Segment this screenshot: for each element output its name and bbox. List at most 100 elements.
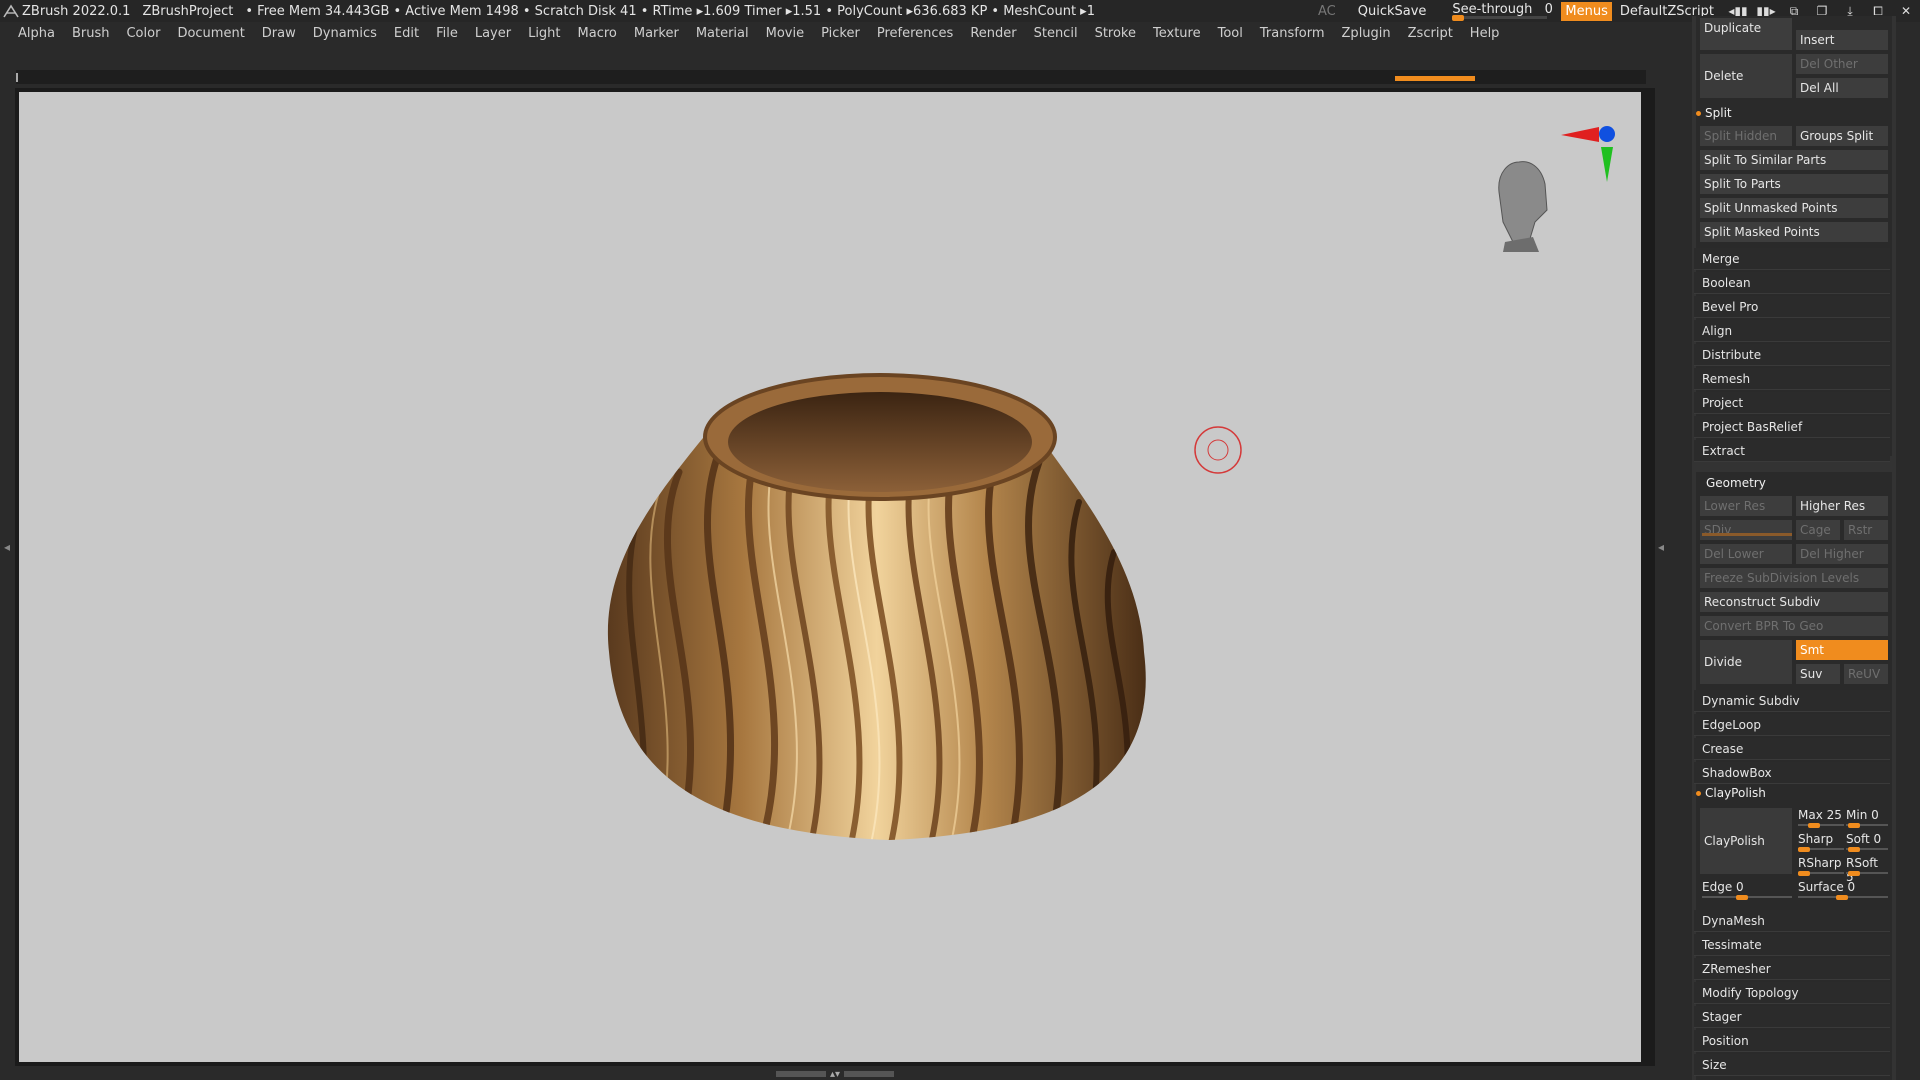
divide-button[interactable]: Divide: [1700, 640, 1792, 684]
zbrush-logo-icon[interactable]: [0, 0, 22, 22]
subpalette-shadowbox[interactable]: ShadowBox: [1694, 762, 1890, 784]
subpalette-position[interactable]: Position: [1694, 1030, 1890, 1052]
project-name: ZBrushProject: [142, 3, 234, 19]
menu-brush[interactable]: Brush: [72, 26, 110, 46]
split-unmasked-points-button[interactable]: Split Unmasked Points: [1700, 198, 1888, 218]
subpalette-size[interactable]: Size: [1694, 1054, 1890, 1076]
sharp-label: Sharp: [1798, 832, 1834, 846]
vase-model[interactable]: [19, 92, 1641, 1062]
subpalette-stager[interactable]: Stager: [1694, 1006, 1890, 1028]
surface-slider[interactable]: Surface 0: [1798, 880, 1888, 900]
menu-tool[interactable]: Tool: [1218, 26, 1243, 46]
split-section-header[interactable]: Split: [1696, 106, 1732, 120]
menu-transform[interactable]: Transform: [1260, 26, 1325, 46]
subpalette-crease[interactable]: Crease: [1694, 738, 1890, 760]
menu-picker[interactable]: Picker: [821, 26, 860, 46]
surface-label: Surface 0: [1798, 880, 1856, 894]
reconstruct-subdiv-button[interactable]: Reconstruct Subdiv: [1700, 592, 1888, 612]
menu-edit[interactable]: Edit: [394, 26, 419, 46]
quicksave-button[interactable]: QuickSave: [1358, 4, 1427, 19]
edge-slider[interactable]: Edge 0: [1702, 880, 1792, 900]
soft-slider[interactable]: Soft 0: [1846, 832, 1888, 852]
menu-texture[interactable]: Texture: [1153, 26, 1201, 46]
suv-toggle[interactable]: Suv: [1796, 664, 1840, 684]
menus-toggle-button[interactable]: Menus: [1561, 1, 1612, 21]
menu-light[interactable]: Light: [528, 26, 560, 46]
ac-label[interactable]: AC: [1318, 4, 1336, 19]
menu-draw[interactable]: Draw: [262, 26, 296, 46]
split-similar-parts-button[interactable]: Split To Similar Parts: [1700, 150, 1888, 170]
sdiv-slider[interactable]: SDiv: [1700, 520, 1792, 540]
claypolish-button[interactable]: ClayPolish: [1700, 808, 1792, 874]
right-tray-handle[interactable]: ◂: [1656, 480, 1670, 620]
split-to-parts-button[interactable]: Split To Parts: [1700, 174, 1888, 194]
menu-movie[interactable]: Movie: [766, 26, 804, 46]
menu-layer[interactable]: Layer: [475, 26, 511, 46]
smt-toggle[interactable]: Smt: [1796, 640, 1888, 660]
sharp-slider[interactable]: Sharp: [1798, 832, 1844, 852]
max-label: Max 25: [1798, 808, 1842, 822]
subpalette-remesh[interactable]: Remesh: [1694, 368, 1890, 390]
rsoft-slider[interactable]: RSoft 5: [1846, 856, 1888, 884]
subpalette-bevel-pro[interactable]: Bevel Pro: [1694, 296, 1890, 318]
subpalette-project[interactable]: Project: [1694, 392, 1890, 414]
subpalette-edgeloop[interactable]: EdgeLoop: [1694, 714, 1890, 736]
subpalette-modify-topology[interactable]: Modify Topology: [1694, 982, 1890, 1004]
menu-macro[interactable]: Macro: [578, 26, 617, 46]
menu-help[interactable]: Help: [1470, 26, 1500, 46]
max-slider[interactable]: Max 25: [1798, 808, 1844, 828]
left-tray-handle[interactable]: ◂: [0, 480, 14, 620]
insert-button[interactable]: Insert: [1796, 30, 1888, 50]
subpalette-zremesher[interactable]: ZRemesher: [1694, 958, 1890, 980]
menu-zplugin[interactable]: Zplugin: [1342, 26, 1391, 46]
menu-alpha[interactable]: Alpha: [18, 26, 55, 46]
menu-zscript[interactable]: Zscript: [1408, 26, 1453, 46]
menu-document[interactable]: Document: [177, 26, 244, 46]
see-through-slider[interactable]: See-through 0: [1448, 0, 1553, 22]
subpalette-project-basrelief[interactable]: Project BasRelief: [1694, 416, 1890, 438]
y-axis-arrow-icon: [1601, 147, 1613, 182]
convert-bpr-button[interactable]: Convert BPR To Geo: [1700, 616, 1888, 636]
min-slider[interactable]: Min 0: [1846, 808, 1888, 828]
close-icon[interactable]: ✕: [1892, 4, 1920, 18]
reuv-toggle[interactable]: ReUV: [1844, 664, 1888, 684]
duplicate-button[interactable]: Duplicate: [1700, 18, 1792, 50]
split-hidden-button[interactable]: Split Hidden: [1700, 126, 1792, 146]
del-other-button[interactable]: Del Other: [1796, 54, 1888, 74]
lower-res-button[interactable]: Lower Res: [1700, 496, 1792, 516]
menu-marker[interactable]: Marker: [634, 26, 679, 46]
subpalette-tessimate[interactable]: Tessimate: [1694, 934, 1890, 956]
menu-color[interactable]: Color: [126, 26, 160, 46]
menu-dynamics[interactable]: Dynamics: [313, 26, 377, 46]
freeze-subdivision-button[interactable]: Freeze SubDivision Levels: [1700, 568, 1888, 588]
bottom-tray-handle[interactable]: ▴▾: [770, 1068, 900, 1080]
subpalette-boolean[interactable]: Boolean: [1694, 272, 1890, 294]
subpalette-align[interactable]: Align: [1694, 320, 1890, 342]
navigation-head-gizmo[interactable]: [1498, 126, 1615, 252]
menu-stencil[interactable]: Stencil: [1034, 26, 1078, 46]
groups-split-button[interactable]: Groups Split: [1796, 126, 1888, 146]
subpalette-dynamesh[interactable]: DynaMesh: [1694, 910, 1890, 932]
claypolish-section-header[interactable]: ClayPolish: [1696, 786, 1766, 800]
del-all-button[interactable]: Del All: [1796, 78, 1888, 98]
tool-subtool-panel: Duplicate Insert Delete Del Other Del Al…: [1692, 16, 1896, 1080]
menu-material[interactable]: Material: [696, 26, 749, 46]
document-canvas[interactable]: [19, 92, 1641, 1062]
menu-file[interactable]: File: [436, 26, 458, 46]
menu-preferences[interactable]: Preferences: [877, 26, 953, 46]
del-lower-button[interactable]: Del Lower: [1700, 544, 1792, 564]
rstr-button[interactable]: Rstr: [1844, 520, 1888, 540]
menu-stroke[interactable]: Stroke: [1095, 26, 1136, 46]
higher-res-button[interactable]: Higher Res: [1796, 496, 1888, 516]
subpalette-distribute[interactable]: Distribute: [1694, 344, 1890, 366]
del-higher-button[interactable]: Del Higher: [1796, 544, 1888, 564]
subpalette-extract[interactable]: Extract: [1694, 440, 1890, 462]
subpalette-merge[interactable]: Merge: [1694, 248, 1890, 270]
geometry-header[interactable]: Geometry: [1706, 476, 1766, 490]
cage-button[interactable]: Cage: [1796, 520, 1840, 540]
split-masked-points-button[interactable]: Split Masked Points: [1700, 222, 1888, 242]
subpalette-dynamic-subdiv[interactable]: Dynamic Subdiv: [1694, 690, 1890, 712]
delete-button[interactable]: Delete: [1700, 54, 1792, 98]
rsharp-slider[interactable]: RSharp: [1798, 856, 1844, 876]
menu-render[interactable]: Render: [970, 26, 1016, 46]
